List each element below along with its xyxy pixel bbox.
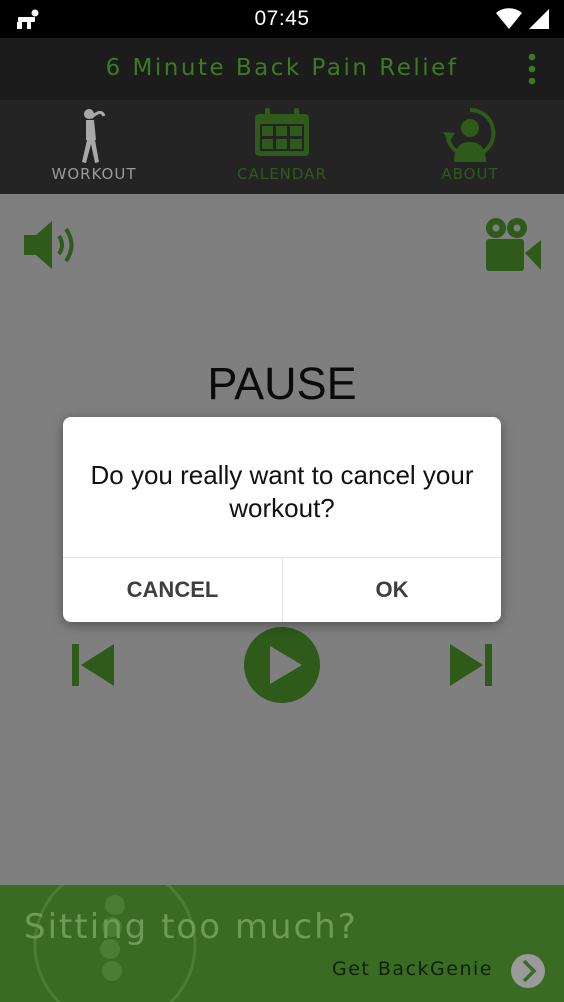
dialog-message: Do you really want to cancel your workou… xyxy=(90,460,474,523)
banner-subtitle: Get BackGenie xyxy=(332,958,493,980)
tab-bar: WORKOUT CALENDAR ABOUT xyxy=(0,100,564,194)
cancel-button[interactable]: CANCEL xyxy=(63,558,282,622)
app-bar: 6 Minute Back Pain Relief xyxy=(0,38,564,100)
overflow-menu-icon[interactable] xyxy=(520,52,544,86)
tab-workout[interactable]: WORKOUT xyxy=(0,100,188,194)
app-title: 6 Minute Back Pain Relief xyxy=(105,55,459,81)
status-time: 07:45 xyxy=(254,7,310,30)
tab-about[interactable]: ABOUT xyxy=(376,100,564,194)
ok-button[interactable]: OK xyxy=(282,558,501,622)
skip-next-icon[interactable] xyxy=(448,642,494,693)
chevron-right-icon[interactable] xyxy=(510,953,546,994)
tab-about-label: ABOUT xyxy=(441,165,499,183)
video-camera-icon[interactable] xyxy=(482,216,542,279)
speaker-icon[interactable] xyxy=(22,218,82,277)
calendar-icon xyxy=(188,106,376,170)
tab-calendar[interactable]: CALENDAR xyxy=(188,100,376,194)
play-icon[interactable] xyxy=(243,626,321,709)
skip-previous-icon[interactable] xyxy=(70,642,116,693)
promo-banner[interactable]: Sitting too much? Get BackGenie xyxy=(0,885,564,1002)
tab-calendar-label: CALENDAR xyxy=(237,165,327,183)
cell-signal-icon xyxy=(529,9,549,29)
status-bar: 07:45 xyxy=(0,0,564,38)
person-refresh-icon xyxy=(376,106,564,170)
banner-title: Sitting too much? xyxy=(24,907,358,947)
tab-workout-label: WORKOUT xyxy=(51,165,137,183)
wifi-icon xyxy=(496,8,522,29)
cancel-workout-dialog: Do you really want to cancel your workou… xyxy=(63,417,501,622)
stretching-person-icon xyxy=(0,106,188,170)
player-state-label: PAUSE xyxy=(207,358,357,409)
